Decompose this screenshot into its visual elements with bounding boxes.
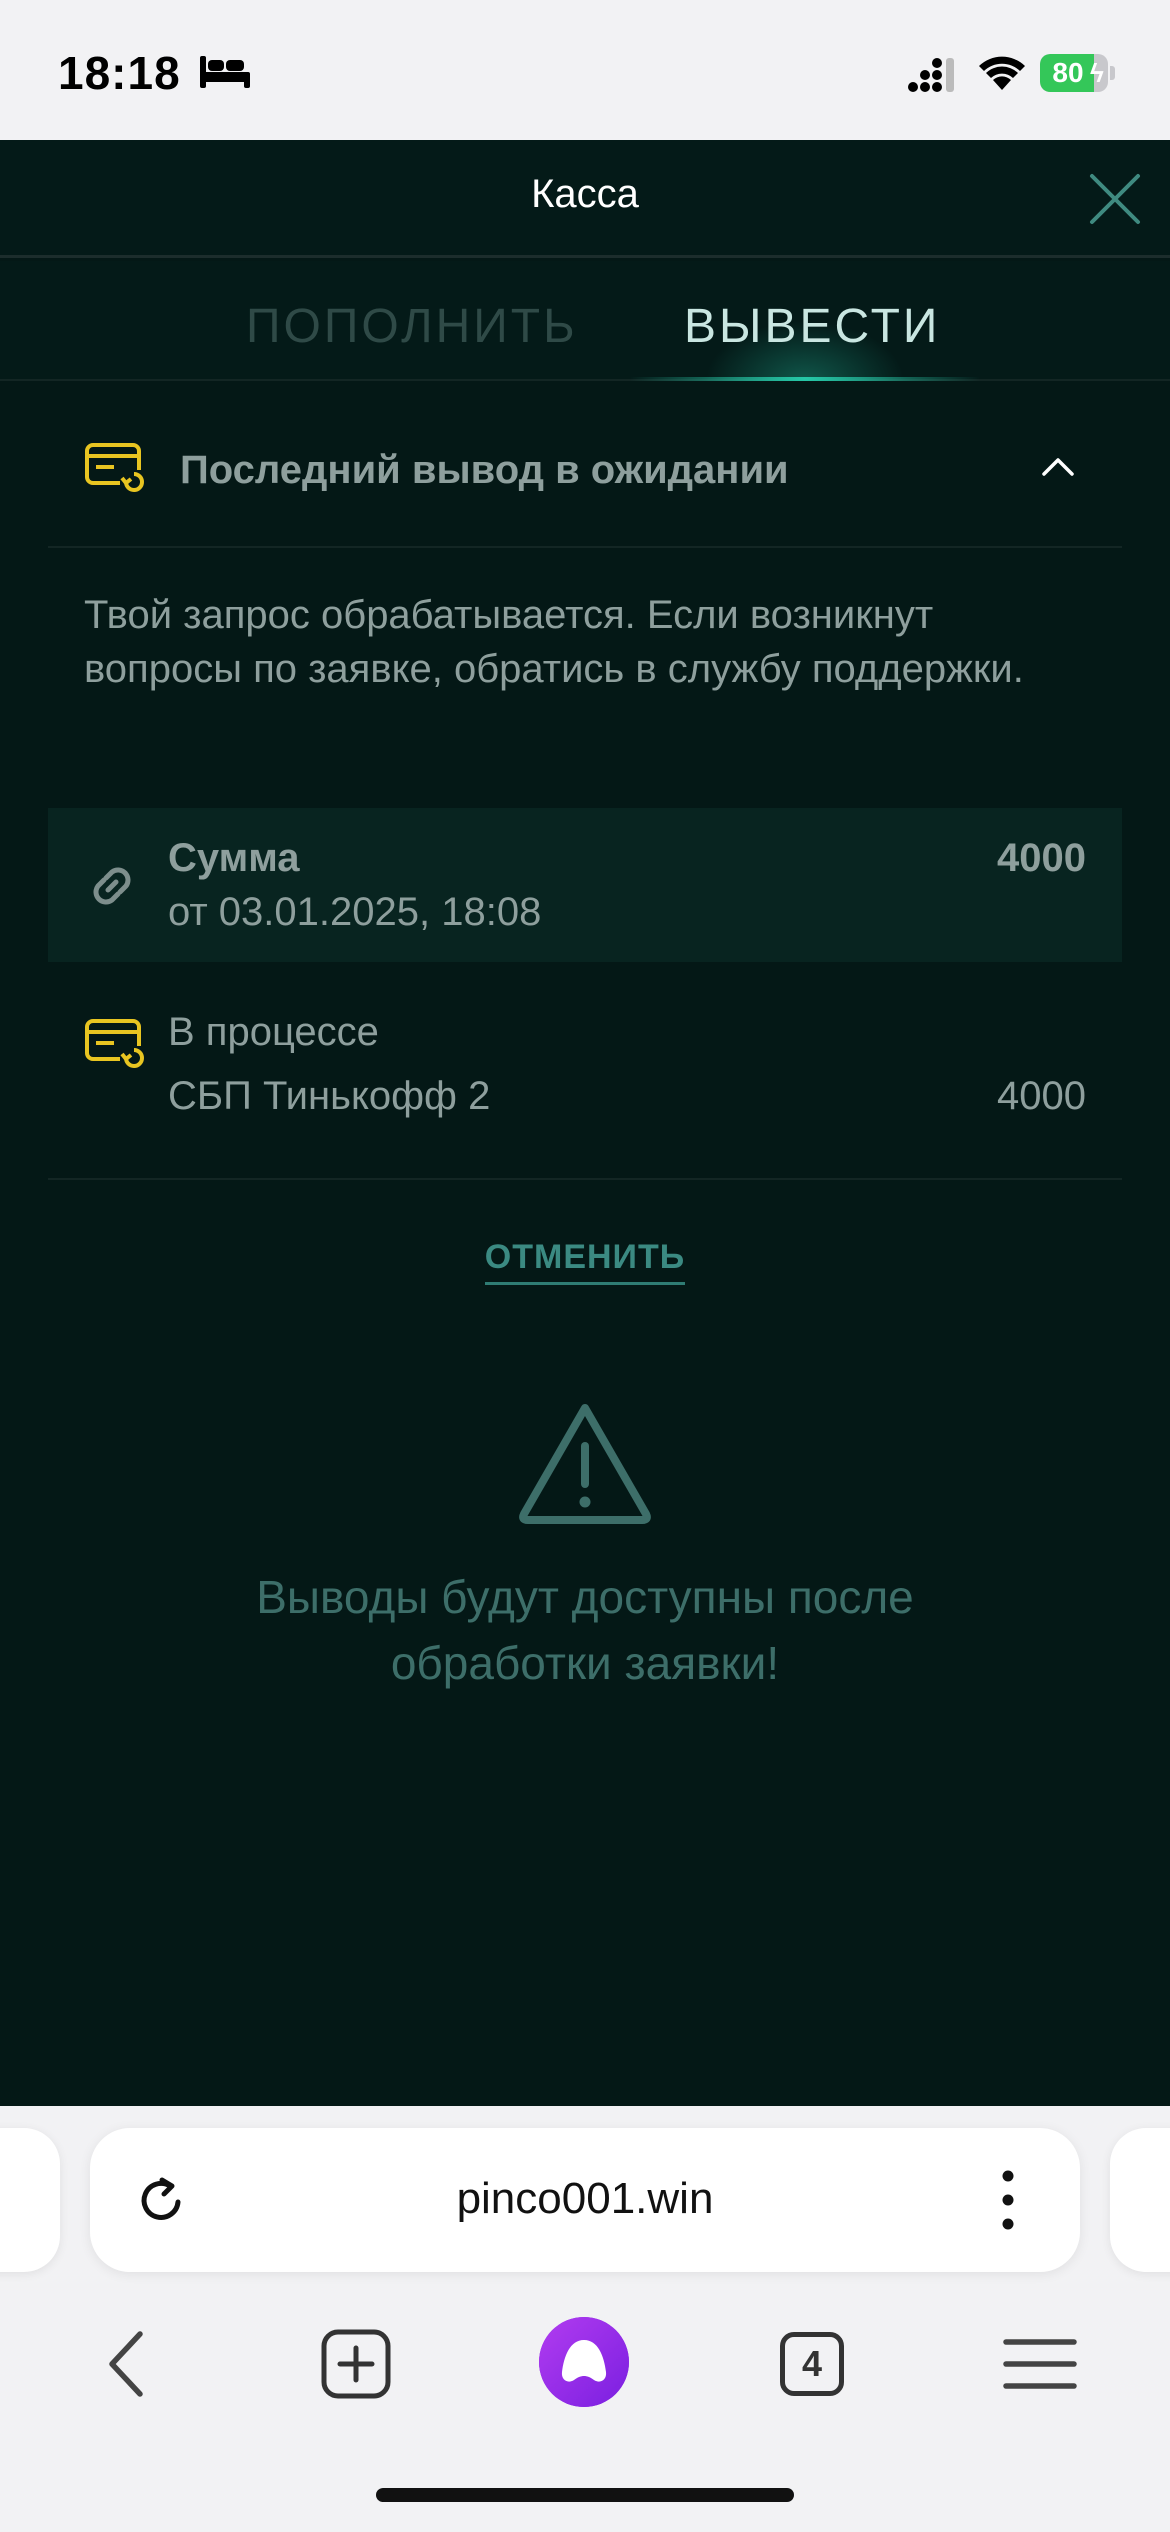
amount-row: Сумма от 03.01.2025, 18:08 4000 [48, 808, 1122, 962]
wallet-icon [85, 443, 146, 492]
warning-icon [519, 1404, 651, 1524]
tab-withdraw[interactable]: ВЫВЕСТИ [684, 299, 940, 354]
pending-notice-text: Твой запрос обрабатывается. Если возникн… [84, 593, 1024, 691]
amount-label: Сумма [168, 836, 300, 880]
active-tab-indicator [630, 377, 980, 381]
cashier-screen: Касса ПОПОЛНИТЬ ВЫВЕСТИ Последний вывод … [0, 140, 1170, 2106]
pending-withdrawal-header[interactable]: Последний вывод в ожидании [48, 402, 1122, 548]
menu-icon[interactable] [1000, 2324, 1080, 2404]
payment-method: СБП Тинькофф 2 [168, 1074, 491, 1118]
pending-title: Последний вывод в ожидании [180, 448, 789, 492]
cashier-header: Касса [0, 140, 1170, 258]
page-title: Касса [531, 172, 639, 216]
amount-date: от 03.01.2025, 18:08 [168, 890, 542, 934]
home-indicator[interactable] [376, 2488, 794, 2502]
url-text[interactable]: pinco001.win [90, 2174, 1080, 2224]
battery-indicator: 80 ϟ [1040, 54, 1115, 92]
more-options-icon[interactable] [998, 2168, 1018, 2232]
tabs-count: 4 [780, 2332, 844, 2396]
chevron-up-icon[interactable] [1038, 452, 1078, 482]
status-time: 18:18 [58, 47, 181, 99]
wallet-icon [85, 1019, 146, 1068]
warning-line-1: Выводы будут доступны после [256, 1571, 914, 1623]
browser-toolbar: 4 [0, 2306, 1170, 2416]
tabs-count-button[interactable]: 4 [772, 2324, 852, 2404]
charging-bolt-icon: ϟ [1090, 58, 1104, 88]
payment-amount: 4000 [997, 1074, 1086, 1118]
previous-tab-card[interactable] [0, 2128, 60, 2272]
next-tab-card[interactable] [1110, 2128, 1170, 2272]
signal-icon [908, 58, 954, 92]
warning-message: Выводы будут доступны после обработки за… [0, 1564, 1170, 1696]
status-bar: 18:18 80 ϟ [0, 0, 1170, 140]
cancel-button-wrapper: ОТМЕНИТЬ [0, 1238, 1170, 1285]
link-icon [93, 867, 131, 905]
amount-value: 4000 [997, 836, 1086, 880]
warning-line-2: обработки заявки! [390, 1637, 780, 1689]
wifi-icon [979, 56, 1025, 90]
address-bar[interactable]: pinco001.win [90, 2128, 1080, 2272]
browser-chrome: pinco001.win 4 [0, 2106, 1170, 2532]
close-icon[interactable] [1086, 170, 1144, 228]
tab-deposit[interactable]: ПОПОЛНИТЬ [246, 299, 578, 354]
alice-assistant-icon[interactable] [538, 2316, 630, 2408]
process-status-label: В процессе [168, 1010, 379, 1054]
bed-icon [200, 56, 250, 88]
process-row: В процессе СБП Тинькофф 2 4000 [48, 988, 1122, 1180]
new-tab-icon[interactable] [316, 2324, 396, 2404]
cancel-button[interactable]: ОТМЕНИТЬ [484, 1238, 686, 1285]
battery-level-text: 80 [1052, 57, 1084, 88]
back-arrow-icon[interactable] [88, 2324, 168, 2404]
tab-bar: ПОПОЛНИТЬ ВЫВЕСТИ [0, 261, 1170, 381]
